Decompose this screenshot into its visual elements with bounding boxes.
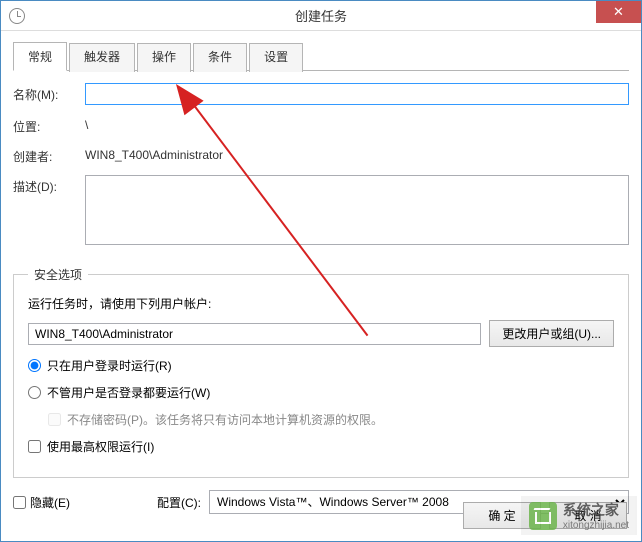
account-row: WIN8_T400\Administrator 更改用户或组(U)... — [28, 320, 614, 347]
name-row: 名称(M): — [13, 83, 629, 105]
radio-any-label: 不管用户是否登录都要运行(W) — [47, 384, 210, 401]
creator-label: 创建者: — [13, 145, 85, 165]
description-label: 描述(D): — [13, 175, 85, 195]
tab-settings[interactable]: 设置 — [249, 43, 303, 72]
tab-bar: 常规 触发器 操作 条件 设置 — [13, 41, 629, 71]
watermark-icon — [529, 502, 557, 530]
titlebar: 创建任务 ✕ — [1, 1, 641, 31]
radio-logged-on-label: 只在用户登录时运行(R) — [47, 357, 172, 374]
change-user-button[interactable]: 更改用户或组(U)... — [489, 320, 614, 347]
name-input[interactable] — [85, 83, 629, 105]
close-button[interactable]: ✕ — [596, 1, 641, 23]
radio-logged-on[interactable] — [28, 359, 41, 372]
location-row: 位置: \ — [13, 115, 629, 135]
watermark-name: 系统之家 — [563, 500, 629, 520]
no-store-pwd-label: 不存储密码(P)。该任务将只有访问本地计算机资源的权限。 — [67, 411, 383, 428]
highest-priv-label: 使用最高权限运行(I) — [47, 438, 154, 455]
watermark-url: xitongzhijia.net — [563, 520, 629, 531]
watermark: 系统之家 xitongzhijia.net — [521, 496, 637, 535]
tab-conditions[interactable]: 条件 — [193, 43, 247, 72]
description-input[interactable] — [85, 175, 629, 245]
radio-any-row[interactable]: 不管用户是否登录都要运行(W) — [28, 384, 614, 401]
window-title: 创建任务 — [295, 6, 347, 25]
no-store-pwd-check — [48, 413, 61, 426]
hidden-row[interactable]: 隐藏(E) — [13, 494, 133, 511]
radio-logged-on-row[interactable]: 只在用户登录时运行(R) — [28, 357, 614, 374]
tab-actions[interactable]: 操作 — [137, 43, 191, 72]
dialog-content: 常规 触发器 操作 条件 设置 名称(M): 位置: \ 创建者: WIN8_T… — [1, 31, 641, 524]
account-display: WIN8_T400\Administrator — [28, 323, 481, 345]
tab-triggers[interactable]: 触发器 — [69, 43, 135, 72]
tab-general[interactable]: 常规 — [13, 42, 67, 71]
config-label: 配置(C): — [141, 494, 201, 511]
security-legend: 安全选项 — [28, 266, 88, 283]
run-as-label: 运行任务时，请使用下列用户帐户: — [28, 295, 614, 312]
clock-icon — [9, 8, 25, 24]
hidden-check[interactable] — [13, 496, 26, 509]
location-label: 位置: — [13, 115, 85, 135]
hidden-label: 隐藏(E) — [30, 494, 70, 511]
highest-priv-row[interactable]: 使用最高权限运行(I) — [28, 438, 614, 455]
location-value: \ — [85, 115, 629, 132]
close-icon: ✕ — [613, 4, 624, 20]
radio-any[interactable] — [28, 386, 41, 399]
creator-value: WIN8_T400\Administrator — [85, 145, 629, 162]
highest-priv-check[interactable] — [28, 440, 41, 453]
watermark-text: 系统之家 xitongzhijia.net — [563, 500, 629, 531]
name-label: 名称(M): — [13, 83, 85, 103]
no-store-pwd-row: 不存储密码(P)。该任务将只有访问本地计算机资源的权限。 — [48, 411, 614, 428]
security-options: 安全选项 运行任务时，请使用下列用户帐户: WIN8_T400\Administ… — [13, 266, 629, 478]
creator-row: 创建者: WIN8_T400\Administrator — [13, 145, 629, 165]
description-row: 描述(D): — [13, 175, 629, 248]
